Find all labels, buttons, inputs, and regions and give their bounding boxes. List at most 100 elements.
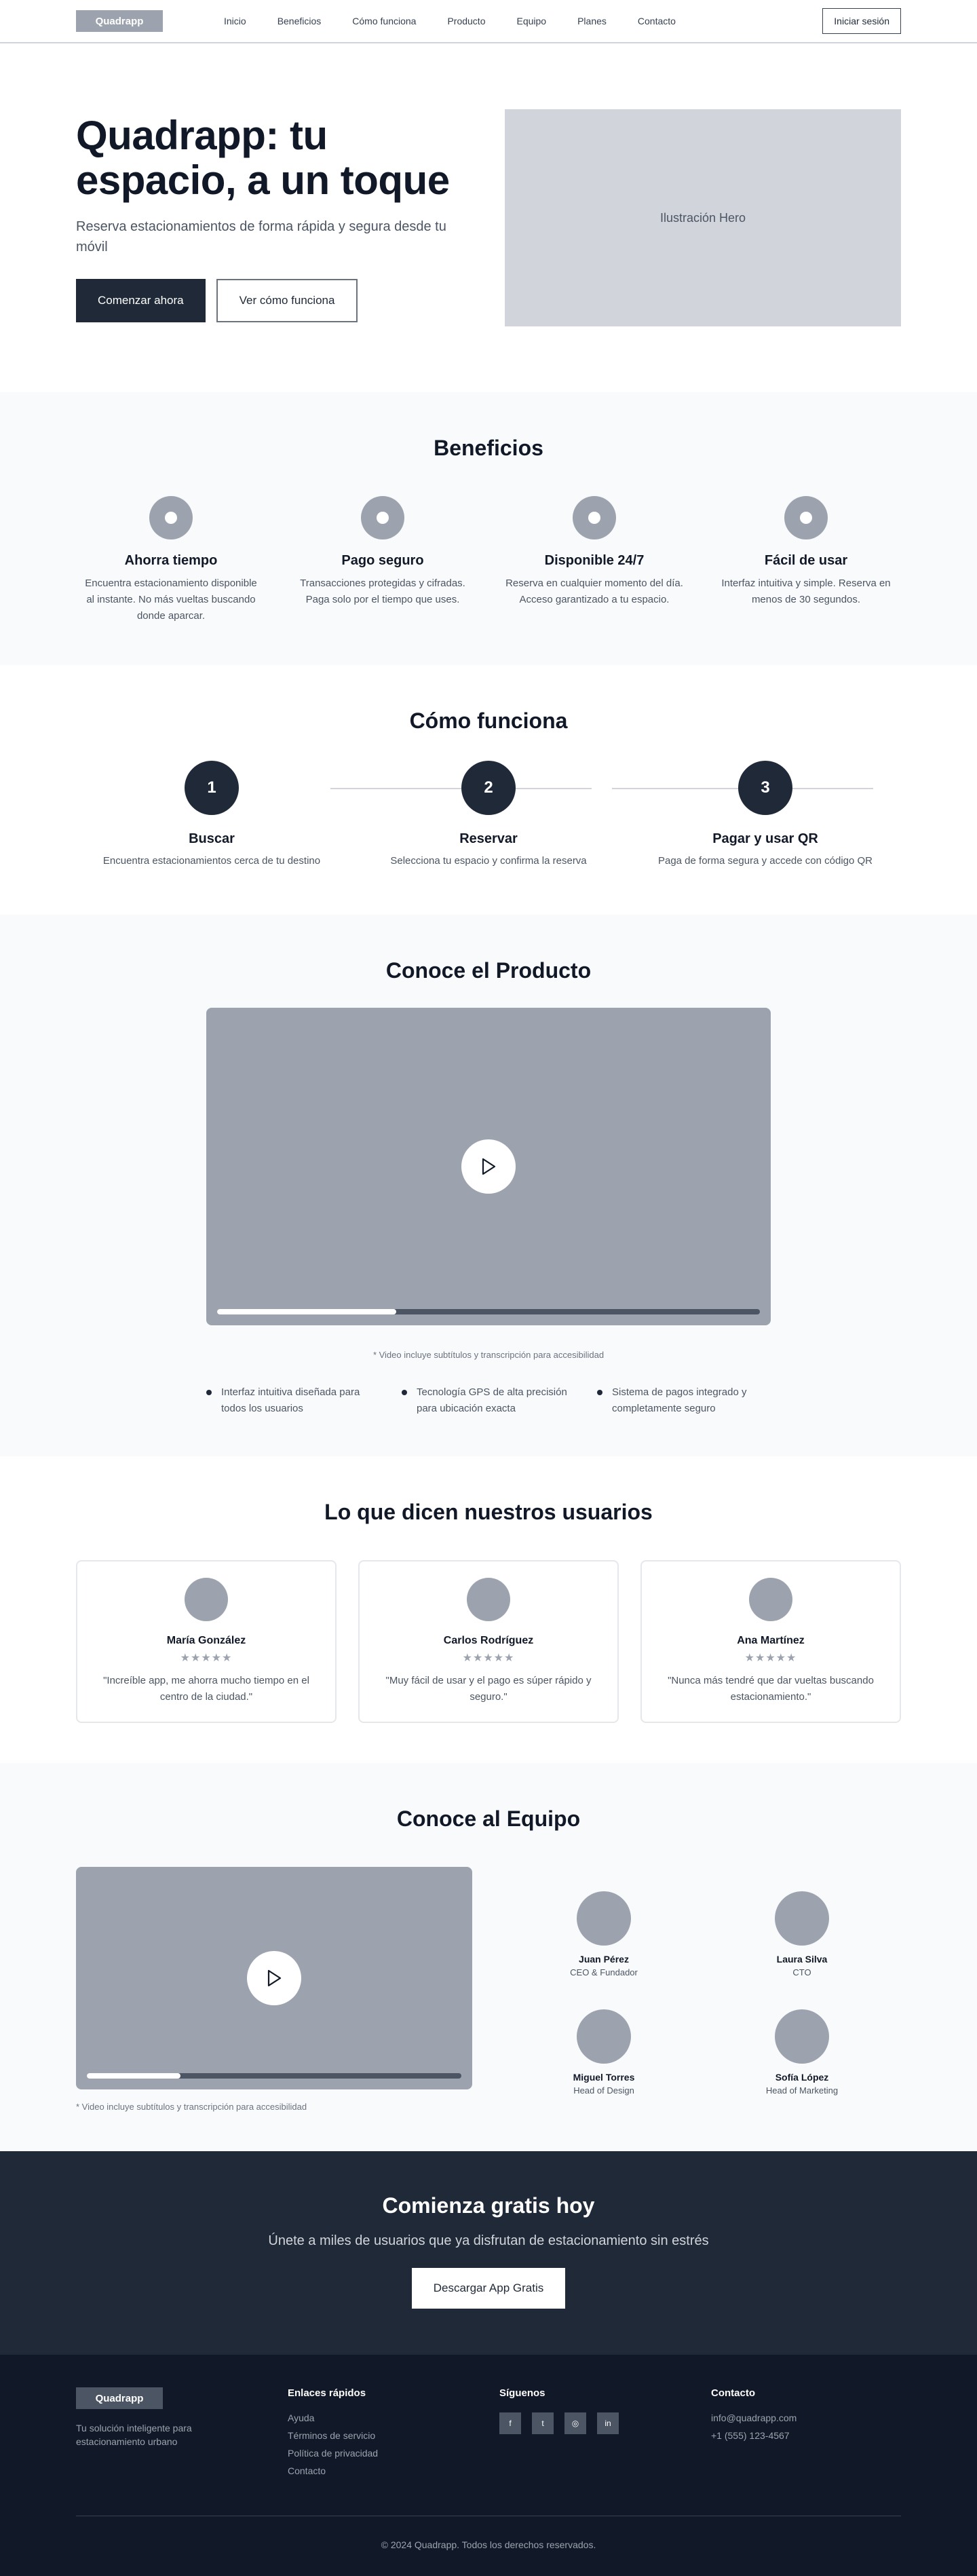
contact-email[interactable]: info@quadrapp.com [711,2412,901,2423]
download-app-button[interactable]: Descargar App Gratis [411,2268,566,2309]
avatar [775,1891,829,1946]
bullet-icon [597,1390,602,1395]
benefit-icon [573,496,616,539]
benefits-grid: Ahorra tiempo Encuentra estacionamiento … [76,496,901,624]
twitter-icon[interactable]: t [532,2412,554,2434]
step-3: 3 Pagar y usar QR Paga de forma segura y… [630,761,901,867]
play-icon [267,1969,282,1987]
footer-link-contacto[interactable]: Contacto [288,2465,478,2476]
avatar [577,2009,631,2064]
social-icons: f t ◎ in [499,2412,689,2434]
video-progress-bar[interactable] [217,1309,760,1314]
step-text: Selecciona tu espacio y confirma la rese… [390,855,587,867]
step-title: Buscar [189,831,235,846]
benefit-card: Ahorra tiempo Encuentra estacionamiento … [76,496,266,624]
hero-buttons: Comenzar ahora Ver cómo funciona [76,279,476,322]
nav-link-producto[interactable]: Producto [447,16,485,26]
nav-link-inicio[interactable]: Inicio [224,16,246,26]
nav-link-beneficios[interactable]: Beneficios [277,16,322,26]
benefit-text: Interfaz intuitiva y simple. Reserva en … [721,577,891,605]
member-name: Sofía López [775,2071,829,2083]
facebook-icon[interactable]: f [499,2412,521,2434]
feature-text: Sistema de pagos integrado y completamen… [612,1386,747,1414]
testimonial-card: María González ★★★★★ "Increíble app, me … [76,1560,337,1723]
benefit-card: Pago seguro Transacciones protegidas y c… [288,496,478,624]
testimonial-text: "Increíble app, me ahorra mucho tiempo e… [103,1675,309,1703]
start-now-button[interactable]: Comenzar ahora [76,279,206,322]
hero-section: Quadrapp: tu espacio, a un toque Reserva… [0,43,977,392]
copyright: © 2024 Quadrapp. Todos los derechos rese… [381,2539,596,2550]
play-button[interactable] [461,1139,516,1194]
team-video-wrapper: * Video incluye subtítulos y transcripci… [76,1867,472,2112]
hero-content: Quadrapp: tu espacio, a un toque Reserva… [76,113,476,322]
member-role: Head of Marketing [765,2085,839,2096]
step-2: 2 Reservar Selecciona tu espacio y confi… [353,761,873,867]
cta-section: Comienza gratis hoy Únete a miles de usu… [0,2151,977,2355]
member-name: Juan Pérez [579,1954,629,1965]
benefit-icon [149,496,193,539]
team-title: Conoce al Equipo [396,1806,581,1831]
bullet-icon [206,1390,212,1395]
testimonial-text: "Nunca más tendré que dar vueltas buscan… [668,1675,874,1703]
product-video[interactable] [206,1008,771,1325]
benefit-title: Pago seguro [341,553,424,568]
benefit-icon [784,496,828,539]
step-title: Reservar [459,831,518,846]
benefits-section: Beneficios Ahorra tiempo Encuentra estac… [0,392,977,665]
footer-description: Tu solución inteligente para estacionami… [76,2423,192,2447]
testimonials-grid: María González ★★★★★ "Increíble app, me … [76,1560,901,1723]
step-1: 1 Buscar Encuentra estacionamientos cerc… [76,761,592,867]
footer-logo[interactable]: Quadrapp [76,2387,163,2409]
testimonial-text: "Muy fácil de usar y el pago es súper rá… [385,1675,592,1703]
video-accessibility-note: * Video incluye subtítulos y transcripci… [76,2102,307,2112]
member-role: CTO [792,1967,811,1977]
nav-link-planes[interactable]: Planes [577,16,607,26]
hero-illustration: Ilustración Hero [505,109,901,326]
star-rating: ★★★★★ [180,1652,233,1664]
steps: 1 Buscar Encuentra estacionamientos cerc… [76,761,901,867]
see-how-button[interactable]: Ver cómo funciona [216,279,358,322]
testimonials-title: Lo que dicen nuestros usuarios [324,1500,653,1524]
benefit-icon [361,496,404,539]
footer-link-privacidad[interactable]: Política de privacidad [288,2448,478,2459]
testimonial-name: María González [166,1635,246,1646]
top-nav: Quadrapp Inicio Beneficios Cómo funciona… [0,0,977,43]
contact-phone[interactable]: +1 (555) 123-4567 [711,2430,901,2441]
step-title: Pagar y usar QR [712,831,818,846]
login-button[interactable]: Iniciar sesión [822,8,901,34]
product-title: Conoce el Producto [385,958,592,983]
footer-social: Síguenos f t ◎ in [499,2387,689,2516]
footer-link-ayuda[interactable]: Ayuda [288,2412,478,2423]
benefit-text: Encuentra estacionamiento disponible al … [85,577,257,622]
testimonials-section: Lo que dicen nuestros usuarios María Gon… [0,1456,977,1763]
nav-link-equipo[interactable]: Equipo [517,16,547,26]
feature-item: Interfaz intuitiva diseñada para todos l… [206,1384,380,1417]
team-video[interactable] [76,1867,472,2089]
logo[interactable]: Quadrapp [76,10,163,32]
team-section: Conoce al Equipo * Video incluye subtítu… [0,1763,977,2151]
nav-link-como-funciona[interactable]: Cómo funciona [352,16,416,26]
linkedin-icon[interactable]: in [597,2412,619,2434]
video-progress-fill [217,1309,396,1314]
star-rating: ★★★★★ [462,1652,515,1664]
benefit-title: Ahorra tiempo [124,553,218,568]
play-button[interactable] [247,1951,301,2005]
avatar [749,1578,792,1621]
team-member: Miguel Torres Head of Design [505,2009,703,2113]
video-progress-fill [87,2073,180,2079]
cta-title: Comienza gratis hoy [382,2193,595,2218]
team-member: Juan Pérez CEO & Fundador [505,1891,703,1994]
footer-social-title: Síguenos [499,2387,545,2399]
video-accessibility-note: * Video incluye subtítulos y transcripci… [372,1350,605,1360]
instagram-icon[interactable]: ◎ [564,2412,586,2434]
nav-link-contacto[interactable]: Contacto [638,16,676,26]
step-number: 1 [185,761,239,815]
step-text: Encuentra estacionamientos cerca de tu d… [102,855,321,867]
video-progress-bar[interactable] [87,2073,461,2079]
avatar [775,2009,829,2064]
footer-contact: Contacto info@quadrapp.com +1 (555) 123-… [711,2387,901,2516]
benefit-card: Disponible 24/7 Reserva en cualquier mom… [499,496,689,624]
footer-link-terminos[interactable]: Términos de servicio [288,2430,478,2441]
feature-item: Tecnología GPS de alta precisión para ub… [402,1384,575,1417]
testimonial-card: Ana Martínez ★★★★★ "Nunca más tendré que… [640,1560,901,1723]
